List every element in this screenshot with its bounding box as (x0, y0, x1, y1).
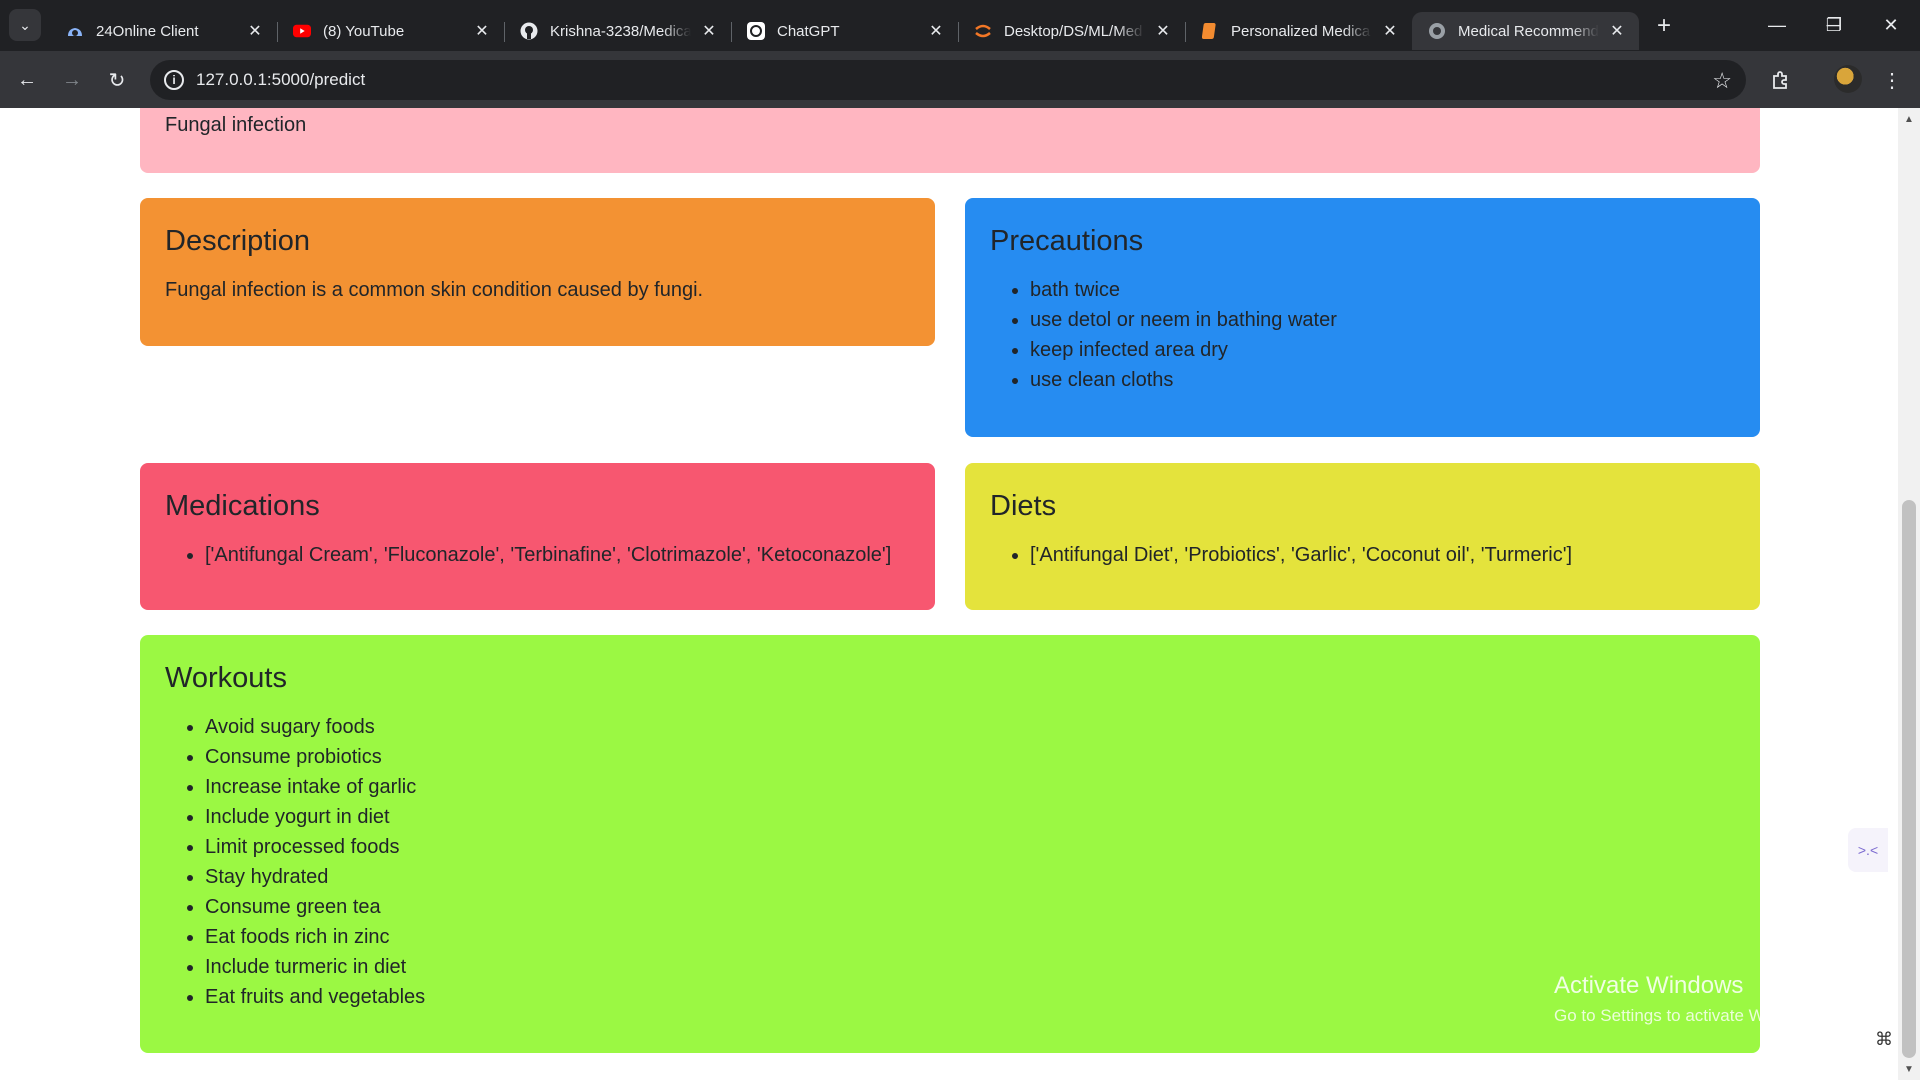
precautions-heading: Precautions (990, 225, 1144, 257)
list-item: Eat foods rich in zinc (205, 922, 1735, 952)
youtube-icon (293, 22, 311, 40)
activate-windows-subtitle: Go to Settings to activate Windows. (1554, 1006, 1823, 1025)
precautions-list: bath twice use detol or neem in bathing … (990, 275, 1735, 395)
tab-youtube[interactable]: (8) YouTube ✕ (277, 12, 504, 50)
list-item: Avoid sugary foods (205, 712, 1735, 742)
list-item: Include turmeric in diet (205, 952, 1735, 982)
jupyter-icon (974, 22, 992, 40)
tab-title: Personalized Medica (1231, 22, 1371, 40)
address-bar[interactable]: i 127.0.0.1:5000/predict ☆ (150, 60, 1746, 100)
tab-medical-recommend[interactable]: Medical Recommend ✕ (1412, 12, 1639, 50)
workouts-list: Avoid sugary foods Consume probiotics In… (165, 712, 1735, 1012)
close-icon: ✕ (1883, 15, 1899, 35)
arrow-right-icon: → (62, 68, 82, 91)
bookmark-star-icon[interactable]: ☆ (1712, 68, 1732, 94)
tab-jupyter[interactable]: Desktop/DS/ML/Med ✕ (958, 12, 1185, 50)
list-item: Eat fruits and vegetables (205, 982, 1735, 1012)
precautions-card: Precautions bath twice use detol or neem… (965, 198, 1760, 437)
profile-avatar[interactable] (1834, 65, 1862, 93)
back-button[interactable]: ← (10, 63, 44, 97)
minimize-window-button[interactable]: — (1748, 0, 1806, 51)
scroll-thumb[interactable] (1902, 500, 1916, 1058)
list-item: Include yogurt in diet (205, 802, 1735, 832)
list-item: Limit processed foods (205, 832, 1735, 862)
close-icon[interactable]: ✕ (472, 21, 492, 41)
chevron-down-icon: ⌄ (19, 16, 31, 33)
list-item: Consume green tea (205, 892, 1735, 922)
new-tab-button[interactable]: + (1650, 12, 1678, 40)
close-icon[interactable]: ✕ (1153, 21, 1173, 41)
tab-personalized[interactable]: Personalized Medica ✕ (1185, 12, 1412, 50)
description-card: Description Fungal infection is a common… (140, 198, 935, 346)
close-icon[interactable]: ✕ (1607, 21, 1627, 41)
page-viewport: Fungal infection Description Fungal infe… (0, 108, 1898, 1080)
restore-window-button[interactable]: ❐ (1805, 0, 1863, 51)
browser-toolbar: ← → ↻ i 127.0.0.1:5000/predict ☆ ⋮ (0, 51, 1920, 108)
minimize-icon: — (1768, 15, 1786, 35)
github-icon (520, 22, 538, 40)
tab-chatgpt[interactable]: ChatGPT ✕ (731, 12, 958, 50)
description-heading: Description (165, 225, 311, 257)
list-item: bath twice (1030, 275, 1735, 305)
medications-heading: Medications (165, 490, 320, 522)
diets-list: ['Antifungal Diet', 'Probiotics', 'Garli… (990, 540, 1735, 570)
scroll-up-icon[interactable]: ▲ (1902, 112, 1916, 126)
close-window-button[interactable]: ✕ (1862, 0, 1920, 51)
medications-list: ['Antifungal Cream', 'Fluconazole', 'Ter… (165, 540, 910, 570)
list-item: keep infected area dry (1030, 335, 1735, 365)
tab-title: Medical Recommend (1458, 22, 1599, 40)
arrow-left-icon: ← (17, 68, 37, 91)
tab-search-button[interactable]: ⌄ (9, 9, 41, 41)
workouts-card: Workouts Avoid sugary foods Consume prob… (140, 635, 1760, 1053)
list-item: use clean cloths (1030, 365, 1735, 395)
tab-title: ChatGPT (777, 22, 840, 40)
tab-title: Krishna-3238/Medica (550, 22, 691, 40)
tab-24online[interactable]: 24Online Client ✕ (50, 12, 277, 50)
scroll-down-icon[interactable]: ▼ (1902, 1062, 1916, 1076)
tab-github[interactable]: Krishna-3238/Medica ✕ (504, 12, 731, 50)
close-icon[interactable]: ✕ (926, 21, 946, 41)
list-item: Stay hydrated (205, 862, 1735, 892)
close-icon[interactable]: ✕ (1380, 21, 1400, 41)
side-panel-toggle-icon[interactable]: ⌘ (1870, 1013, 1898, 1065)
tab-title: (8) YouTube (323, 22, 405, 40)
forward-button[interactable]: → (55, 63, 89, 97)
reload-button[interactable]: ↻ (100, 63, 134, 97)
close-icon[interactable]: ✕ (699, 21, 719, 41)
assistant-widget-icon[interactable]: >.< (1848, 828, 1888, 872)
list-item: ['Antifungal Diet', 'Probiotics', 'Garli… (1030, 540, 1735, 570)
list-item: Consume probiotics (205, 742, 1735, 772)
restore-icon: ❐ (1825, 15, 1843, 35)
tab-title: 24Online Client (96, 22, 199, 40)
extensions-icon[interactable] (1764, 64, 1796, 96)
book-icon (1201, 22, 1219, 40)
list-item: Increase intake of garlic (205, 772, 1735, 802)
list-item: use detol or neem in bathing water (1030, 305, 1735, 335)
disease-card: Fungal infection (140, 108, 1760, 173)
url-text[interactable]: 127.0.0.1:5000/predict (196, 70, 365, 90)
cloud-icon (66, 22, 84, 40)
diets-card: Diets ['Antifungal Diet', 'Probiotics', … (965, 463, 1760, 610)
globe-icon (1428, 22, 1446, 40)
description-text: Fungal infection is a common skin condit… (165, 278, 704, 301)
close-icon[interactable]: ✕ (245, 21, 265, 41)
medications-card: Medications ['Antifungal Cream', 'Flucon… (140, 463, 935, 610)
activate-windows-title: Activate Windows (1554, 972, 1744, 999)
page-scrollbar[interactable]: ▲ ▼ (1898, 108, 1920, 1080)
tabs: 24Online Client ✕ (8) YouTube ✕ Krishna-… (50, 6, 1639, 51)
reload-icon: ↻ (108, 69, 126, 92)
diets-heading: Diets (990, 490, 1057, 522)
list-item: ['Antifungal Cream', 'Fluconazole', 'Ter… (205, 540, 910, 570)
workouts-heading: Workouts (165, 662, 287, 694)
tab-strip: ⌄ 24Online Client ✕ (8) YouTube ✕ Krishn… (0, 0, 1920, 51)
tab-title: Desktop/DS/ML/Med (1004, 22, 1143, 40)
plus-icon: + (1656, 12, 1671, 39)
more-menu-icon[interactable]: ⋮ (1876, 64, 1908, 96)
disease-name: Fungal infection (165, 114, 307, 136)
chatgpt-icon (747, 22, 765, 40)
site-info-icon[interactable]: i (164, 70, 184, 90)
